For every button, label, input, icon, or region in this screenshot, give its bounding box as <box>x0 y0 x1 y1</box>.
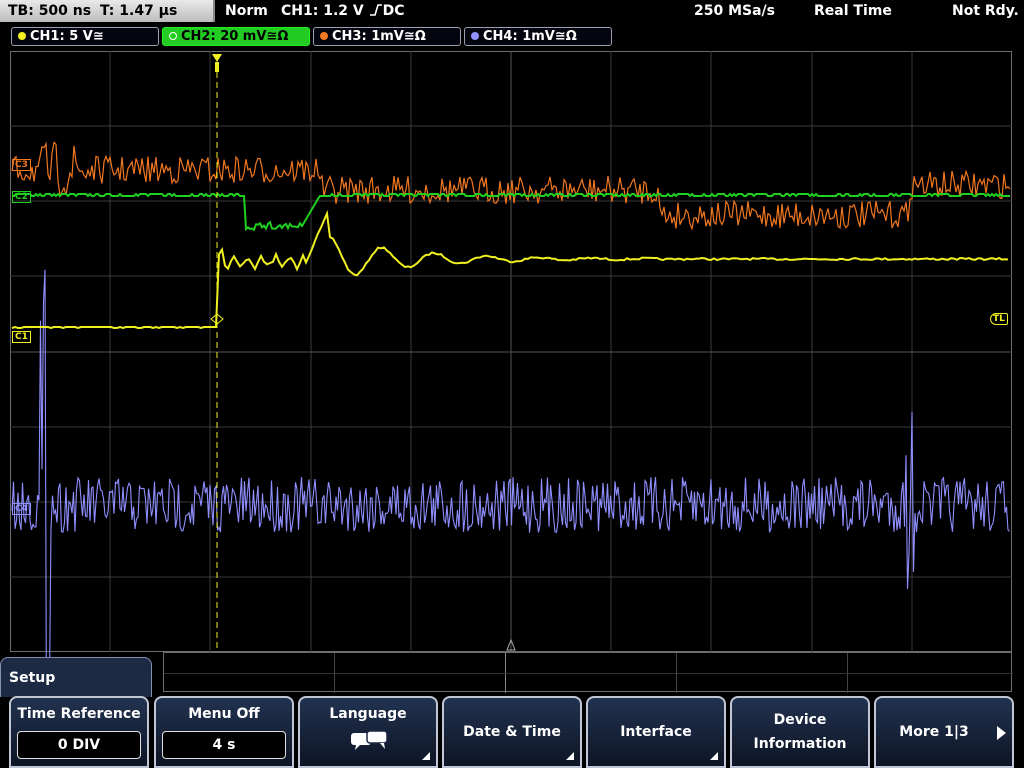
time-reference-button[interactable]: Time Reference 0 DIV <box>9 696 149 768</box>
menu-off-button[interactable]: Menu Off 4 s <box>154 696 294 768</box>
date-time-label: Date & Time <box>463 724 561 740</box>
submenu-corner-icon <box>422 752 430 760</box>
more-label: More 1|3 <box>899 724 969 740</box>
interface-label: Interface <box>620 724 692 740</box>
submenu-corner-icon <box>566 752 574 760</box>
device-information-button[interactable]: Device Information <box>730 696 870 768</box>
date-time-button[interactable]: Date & Time <box>442 696 582 768</box>
ch3-ground-marker[interactable]: C3 <box>12 159 31 171</box>
ch1-ground-marker[interactable]: C1 <box>12 331 31 343</box>
ch4-ground-marker[interactable]: C4 <box>12 503 31 515</box>
trigger-level-marker[interactable]: TL <box>990 313 1008 325</box>
ch1-trace <box>11 209 1009 330</box>
trigger-marker-icon <box>212 54 222 62</box>
waveform-canvas <box>10 51 1012 700</box>
zoom-overview <box>163 652 1013 693</box>
submenu-corner-icon <box>710 752 718 760</box>
language-label: Language <box>329 706 407 722</box>
menu-title: Setup <box>9 670 56 686</box>
time-reference-value: 0 DIV <box>17 731 141 759</box>
arrow-right-icon <box>997 726 1006 740</box>
menu-title-tab: Setup <box>0 657 152 697</box>
ch2-ground-marker[interactable]: C2 <box>12 191 31 203</box>
language-button[interactable]: Language <box>298 696 438 768</box>
speech-bubble-icon <box>351 730 388 750</box>
more-button[interactable]: More 1|3 <box>874 696 1014 768</box>
information-label: Information <box>753 736 847 752</box>
time-reference-label: Time Reference <box>17 706 141 722</box>
device-label: Device <box>773 712 827 728</box>
interface-button[interactable]: Interface <box>586 696 726 768</box>
menu-off-value: 4 s <box>162 731 286 759</box>
menu-off-label: Menu Off <box>188 706 260 722</box>
